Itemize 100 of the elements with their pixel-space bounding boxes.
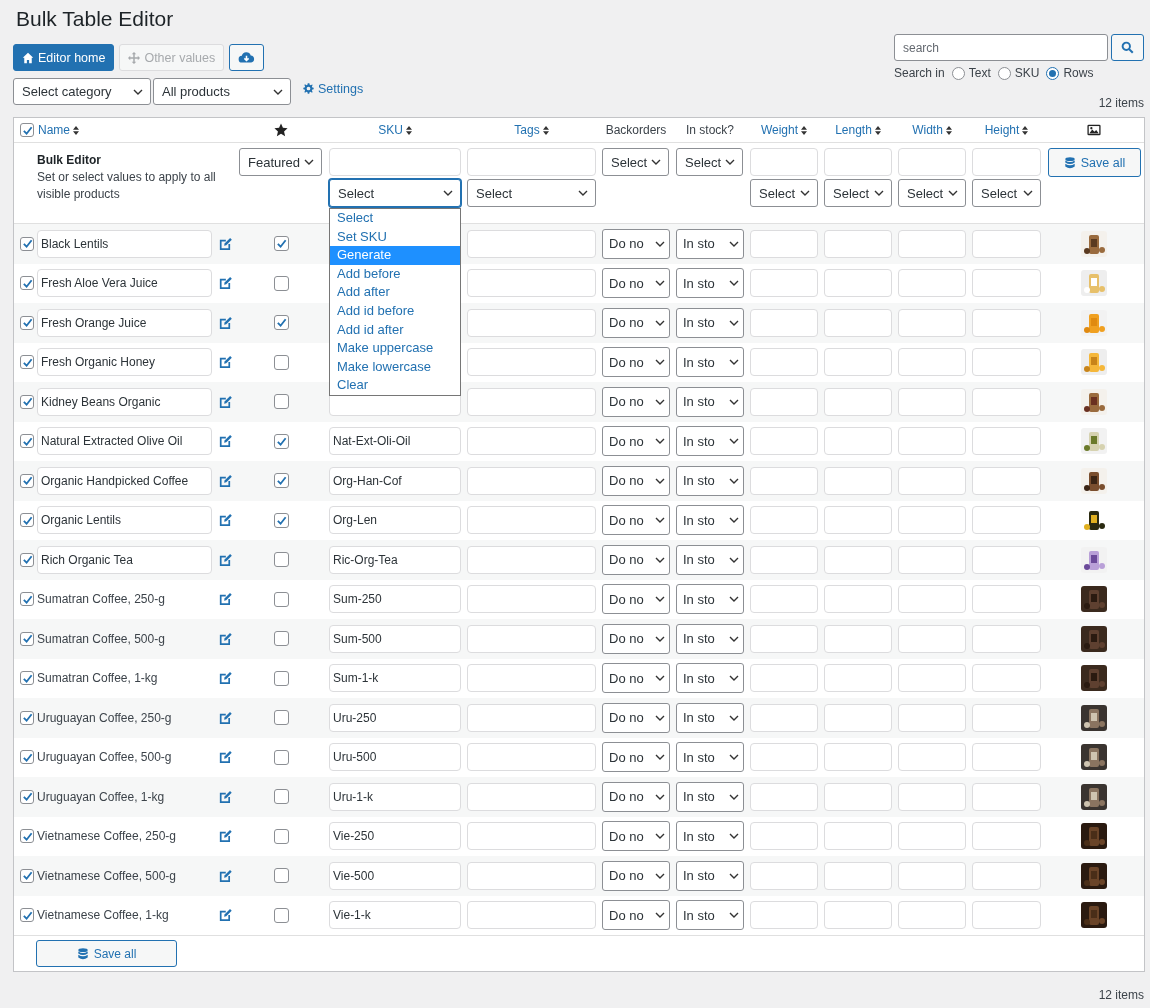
width-field[interactable] [898, 466, 966, 495]
edit-icon[interactable] [219, 592, 233, 607]
dropdown-option[interactable]: Clear [330, 376, 460, 395]
stock-select[interactable]: In sto [676, 228, 744, 259]
search-option[interactable]: SKU [997, 66, 1040, 80]
backorders-select[interactable]: Do no [602, 584, 670, 615]
tags-field[interactable] [467, 585, 596, 614]
width-field[interactable] [898, 822, 966, 851]
backorders-select[interactable]: Do no [602, 465, 670, 496]
weight-field[interactable] [750, 624, 818, 653]
edit-icon[interactable] [219, 434, 233, 449]
featured-checkbox[interactable] [273, 552, 289, 568]
edit-icon[interactable] [219, 473, 233, 488]
sku-action-select[interactable]: Select [329, 179, 461, 207]
row-checkbox[interactable] [20, 908, 34, 923]
sku-field[interactable]: Ric-Org-Tea [329, 545, 461, 574]
featured-checkbox[interactable] [273, 275, 289, 291]
height-field[interactable] [972, 506, 1041, 535]
backorders-select[interactable]: Do no [602, 821, 670, 852]
width-field[interactable] [898, 743, 966, 772]
edit-icon[interactable] [219, 513, 233, 528]
row-checkbox[interactable] [20, 829, 34, 844]
length-field[interactable] [824, 703, 892, 732]
product-name-field[interactable]: Black Lentils [37, 229, 213, 258]
stock-select[interactable]: In sto [676, 268, 744, 299]
dropdown-option[interactable]: Set SKU [330, 227, 460, 247]
select-all-checkbox[interactable] [20, 123, 34, 137]
width-field[interactable] [898, 861, 966, 890]
edit-icon[interactable] [219, 236, 233, 251]
stock-select[interactable]: In sto [676, 347, 744, 378]
stock-select[interactable]: In sto [676, 386, 744, 417]
featured-checkbox[interactable] [273, 315, 289, 331]
row-checkbox[interactable] [20, 868, 34, 883]
edit-icon[interactable] [219, 908, 233, 923]
height-field[interactable] [972, 743, 1041, 772]
height-field[interactable] [972, 427, 1041, 456]
weight-field[interactable] [750, 664, 818, 693]
dropdown-option[interactable]: Add after [330, 283, 460, 302]
height-field[interactable] [972, 585, 1041, 614]
width-field[interactable] [898, 387, 966, 416]
featured-checkbox[interactable] [273, 868, 289, 884]
sku-field[interactable]: Sum-250 [329, 585, 461, 614]
width-field[interactable] [898, 427, 966, 456]
column-header[interactable]: Width [912, 123, 952, 137]
tags-field[interactable] [467, 148, 596, 176]
featured-checkbox[interactable] [273, 710, 289, 726]
row-checkbox[interactable] [20, 276, 34, 291]
sku-field[interactable]: Sum-1-k [329, 664, 461, 693]
height-field[interactable] [972, 308, 1041, 337]
tags-field[interactable] [467, 624, 596, 653]
height-field[interactable] [972, 664, 1041, 693]
radio-button[interactable] [1046, 66, 1060, 80]
height-field[interactable] [972, 901, 1041, 930]
backorders-select[interactable]: Do no [602, 702, 670, 733]
product-name-field[interactable]: Kidney Beans Organic [37, 387, 213, 416]
weight-field[interactable] [750, 861, 818, 890]
dimension-field[interactable] [750, 148, 818, 176]
dropdown-option[interactable]: Make uppercase [330, 339, 460, 358]
stock-select[interactable]: In sto [676, 307, 744, 338]
dropdown-option[interactable]: Select [330, 209, 460, 228]
edit-icon[interactable] [219, 276, 233, 291]
dropdown-option[interactable]: Add id after [330, 320, 460, 340]
stock-select[interactable]: In sto [676, 663, 744, 694]
length-field[interactable] [824, 782, 892, 811]
length-field[interactable] [824, 308, 892, 337]
backorders-select[interactable]: Do no [602, 623, 670, 654]
featured-checkbox[interactable] [273, 433, 289, 449]
featured-checkbox[interactable] [273, 473, 289, 489]
width-field[interactable] [898, 545, 966, 574]
width-field[interactable] [898, 506, 966, 535]
tags-field[interactable] [467, 387, 596, 416]
width-field[interactable] [898, 664, 966, 693]
column-header[interactable]: Length [835, 123, 881, 137]
column-header[interactable]: Height [984, 123, 1029, 137]
column-header[interactable]: Tags [514, 123, 549, 137]
dimension-action-select[interactable]: Select [750, 179, 818, 207]
save-all-button[interactable]: Save all [1048, 148, 1141, 177]
backorders-select[interactable]: Do no [602, 742, 670, 773]
width-field[interactable] [898, 229, 966, 258]
weight-field[interactable] [750, 545, 818, 574]
tags-action-select[interactable]: Select [467, 179, 596, 207]
featured-checkbox[interactable] [273, 512, 289, 528]
weight-field[interactable] [750, 269, 818, 298]
height-field[interactable] [972, 387, 1041, 416]
row-checkbox[interactable] [20, 671, 34, 686]
width-field[interactable] [898, 782, 966, 811]
stock-select[interactable]: In sto [676, 702, 744, 733]
weight-field[interactable] [750, 585, 818, 614]
editor-home-button[interactable]: Editor home [13, 44, 115, 71]
weight-field[interactable] [750, 427, 818, 456]
edit-icon[interactable] [219, 829, 233, 844]
dimension-field[interactable] [824, 148, 892, 176]
product-name-field[interactable]: Fresh Orange Juice [37, 308, 213, 337]
radio-button[interactable] [997, 66, 1011, 80]
length-field[interactable] [824, 743, 892, 772]
row-checkbox[interactable] [20, 315, 34, 330]
weight-field[interactable] [750, 308, 818, 337]
tags-field[interactable] [467, 664, 596, 693]
product-name-field[interactable]: Organic Handpicked Coffee [37, 466, 213, 495]
length-field[interactable] [824, 664, 892, 693]
